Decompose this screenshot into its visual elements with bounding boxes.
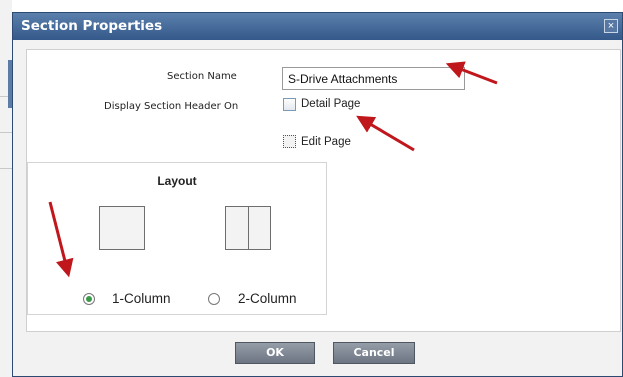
dialog-titlebar[interactable]: Section Properties ×	[13, 13, 622, 40]
dialog-content: Section Name Display Section Header On D…	[26, 49, 621, 332]
cancel-button[interactable]: Cancel	[333, 342, 415, 364]
layout-panel: Layout 1-Column 2-Column	[27, 162, 327, 315]
ok-button[interactable]: OK	[235, 342, 315, 364]
section-name-label: Section Name	[167, 71, 237, 82]
edit-page-label[interactable]: Edit Page	[301, 136, 351, 148]
dialog-title: Section Properties	[21, 18, 163, 34]
detail-page-label[interactable]: Detail Page	[301, 98, 360, 110]
parent-window-edge	[0, 0, 12, 377]
close-icon[interactable]: ×	[604, 19, 618, 33]
edit-page-checkbox[interactable]	[283, 135, 296, 148]
display-header-label: Display Section Header On	[104, 101, 239, 112]
two-column-radio[interactable]	[208, 293, 220, 305]
column-divider	[248, 207, 249, 249]
detail-page-checkbox[interactable]	[283, 98, 296, 111]
one-column-label[interactable]: 1-Column	[112, 291, 171, 306]
parent-divider	[0, 168, 12, 169]
parent-divider	[0, 132, 12, 133]
layout-title: Layout	[157, 174, 197, 188]
two-column-layout-icon	[225, 206, 271, 250]
section-name-input[interactable]	[282, 67, 465, 90]
one-column-radio[interactable]	[83, 293, 95, 305]
one-column-layout-icon	[99, 206, 145, 250]
two-column-label[interactable]: 2-Column	[238, 291, 297, 306]
section-properties-dialog: Section Properties × Section Name Displa…	[12, 12, 623, 377]
